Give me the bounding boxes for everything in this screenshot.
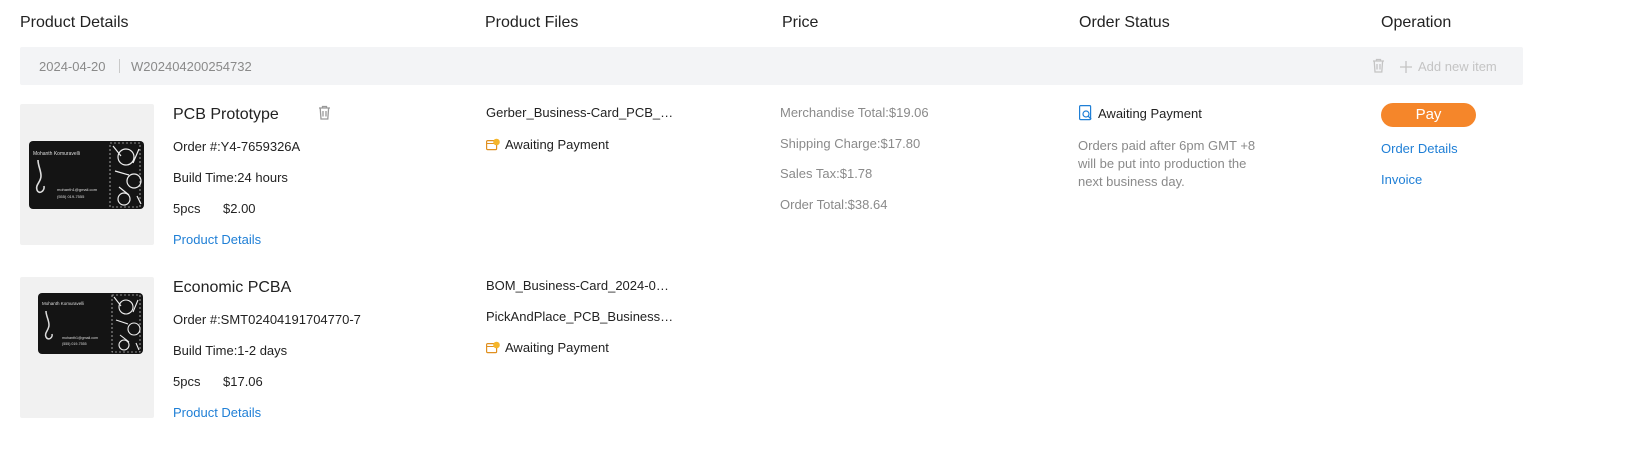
file-status-label: Awaiting Payment (505, 340, 609, 355)
add-new-item-button[interactable]: Add new item (1400, 59, 1497, 74)
card-name-text: Mohanth Komuravelli (42, 301, 84, 306)
plus-icon (1400, 60, 1412, 73)
product-unit-price: $2.00 (223, 201, 256, 216)
delete-order-icon[interactable] (1372, 58, 1385, 78)
awaiting-payment-icon (486, 341, 500, 354)
business-card-image: Mohanth Komuravelli mohanth1@gmail.com (… (29, 141, 144, 209)
sales-tax: Sales Tax:$1.78 (780, 166, 873, 181)
delete-item-icon[interactable] (318, 105, 331, 125)
business-card-image: Mohanth Komuravelli mohanth1@gmail.com (… (38, 293, 143, 354)
file-status: Awaiting Payment (486, 137, 609, 152)
order-status-label: Awaiting Payment (1098, 105, 1202, 121)
pay-button[interactable]: Pay (1381, 103, 1476, 127)
header-operation: Operation (1381, 14, 1452, 31)
order-date: 2024-04-20 (39, 59, 106, 74)
production-note: Orders paid after 6pm GMT +8 will be put… (1078, 138, 1256, 189)
file-link[interactable]: BOM_Business-Card_2024-04-19 (486, 278, 676, 293)
product-quantity: 5pcs (173, 201, 201, 216)
file-link[interactable]: PickAndPlace_PCB_Business-Card (486, 309, 676, 324)
search-document-icon (1079, 105, 1092, 121)
card-name-text: Mohanth Komuravelli (33, 151, 80, 157)
product-details-link[interactable]: Product Details (173, 232, 261, 247)
card-phone-text: (555) 019-7555 (62, 342, 87, 346)
order-status: Awaiting Payment (1079, 105, 1202, 121)
order-group-bar: 2024-04-20 W202404200254732 Add new item (20, 47, 1523, 85)
product-details-link[interactable]: Product Details (173, 405, 261, 420)
order-details-link[interactable]: Order Details (1381, 141, 1458, 156)
file-link[interactable]: Gerber_Business-Card_PCB_2024-04-20 (486, 105, 676, 120)
order-number: W202404200254732 (131, 59, 252, 74)
header-product-files: Product Files (485, 14, 579, 31)
product-order-number: Order #:Y4-7659326A (173, 139, 301, 154)
card-phone-text: (555) 019-7555 (57, 194, 85, 199)
file-status: Awaiting Payment (486, 340, 609, 355)
product-name: Economic PCBA (173, 279, 292, 296)
header-price: Price (782, 14, 819, 31)
product-order-number: Order #:SMT02404191704770-7 (173, 312, 361, 327)
card-email-text: mohanth1@gmail.com (62, 336, 98, 340)
header-product-details: Product Details (20, 14, 129, 31)
invoice-link[interactable]: Invoice (1381, 172, 1422, 187)
product-thumbnail[interactable]: Mohanth Komuravelli mohanth1@gmail.com (… (20, 277, 154, 418)
card-email-text: mohanth1@gmail.com (57, 187, 98, 192)
merchandise-total: Merchandise Total:$19.06 (780, 105, 929, 120)
product-build-time: Build Time:1-2 days (173, 343, 288, 358)
header-order-status: Order Status (1079, 14, 1170, 31)
product-build-time: Build Time:24 hours (173, 170, 288, 185)
shipping-charge: Shipping Charge:$17.80 (780, 136, 921, 151)
awaiting-payment-icon (486, 138, 500, 151)
product-thumbnail[interactable]: Mohanth Komuravelli mohanth1@gmail.com (… (20, 104, 154, 245)
add-new-item-label: Add new item (1418, 59, 1497, 74)
file-status-label: Awaiting Payment (505, 137, 609, 152)
product-unit-price: $17.06 (223, 374, 263, 389)
divider (119, 59, 120, 73)
product-name: PCB Prototype (173, 106, 279, 123)
order-total: Order Total:$38.64 (780, 197, 888, 212)
product-quantity: 5pcs (173, 374, 201, 389)
